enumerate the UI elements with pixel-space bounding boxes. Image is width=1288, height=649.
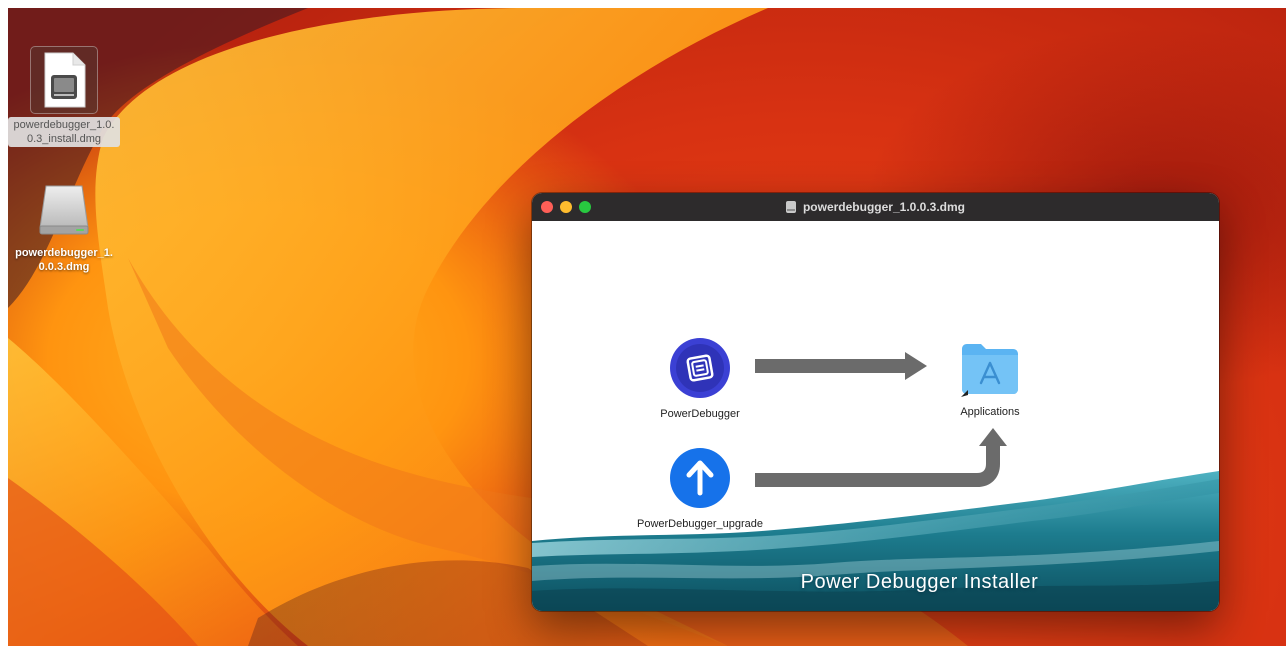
app-label: PowerDebugger_upgrade — [637, 518, 763, 530]
zoom-window-button[interactable] — [579, 201, 591, 213]
desktop-icon-dmg[interactable]: powerdebugger_1.0.0.3.dmg — [8, 176, 120, 275]
powerdebugger-upgrade-item[interactable]: PowerDebugger_upgrade — [625, 447, 775, 530]
disk-image-icon — [785, 201, 796, 213]
applications-folder-icon — [961, 344, 1018, 397]
minimize-window-button[interactable] — [560, 201, 572, 213]
upgrade-arrow-icon — [670, 448, 730, 508]
disk-image-icon — [31, 176, 97, 242]
close-window-button[interactable] — [541, 201, 553, 213]
desktop-icon-label: powerdebugger_1.0.0.3.dmg — [15, 247, 113, 273]
desktop-icon-install-dmg[interactable]: powerdebugger_1.0.0.3_install.dmg — [8, 46, 120, 147]
powerdebugger-app-item[interactable]: PowerDebugger — [645, 337, 755, 420]
desktop-icon-label: powerdebugger_1.0.0.3_install.dmg — [8, 117, 120, 147]
dmg-content-area: Power Debugger Installer PowerDebugger A… — [532, 221, 1219, 611]
powerdebugger-app-icon — [670, 338, 730, 398]
desktop-background: powerdebugger_1.0.0.3_install.dmg powerd… — [8, 8, 1286, 646]
finder-window: powerdebugger_1.0.0.3.dmg Power Debugger… — [532, 193, 1219, 611]
installer-background-title: Power Debugger Installer — [800, 571, 1039, 593]
window-titlebar[interactable]: powerdebugger_1.0.0.3.dmg — [532, 193, 1219, 221]
applications-folder-item[interactable]: Applications — [940, 341, 1040, 418]
app-label: Applications — [960, 406, 1020, 418]
app-label: PowerDebugger — [660, 408, 740, 420]
installer-document-icon — [30, 46, 98, 114]
window-title: powerdebugger_1.0.0.3.dmg — [802, 200, 966, 214]
